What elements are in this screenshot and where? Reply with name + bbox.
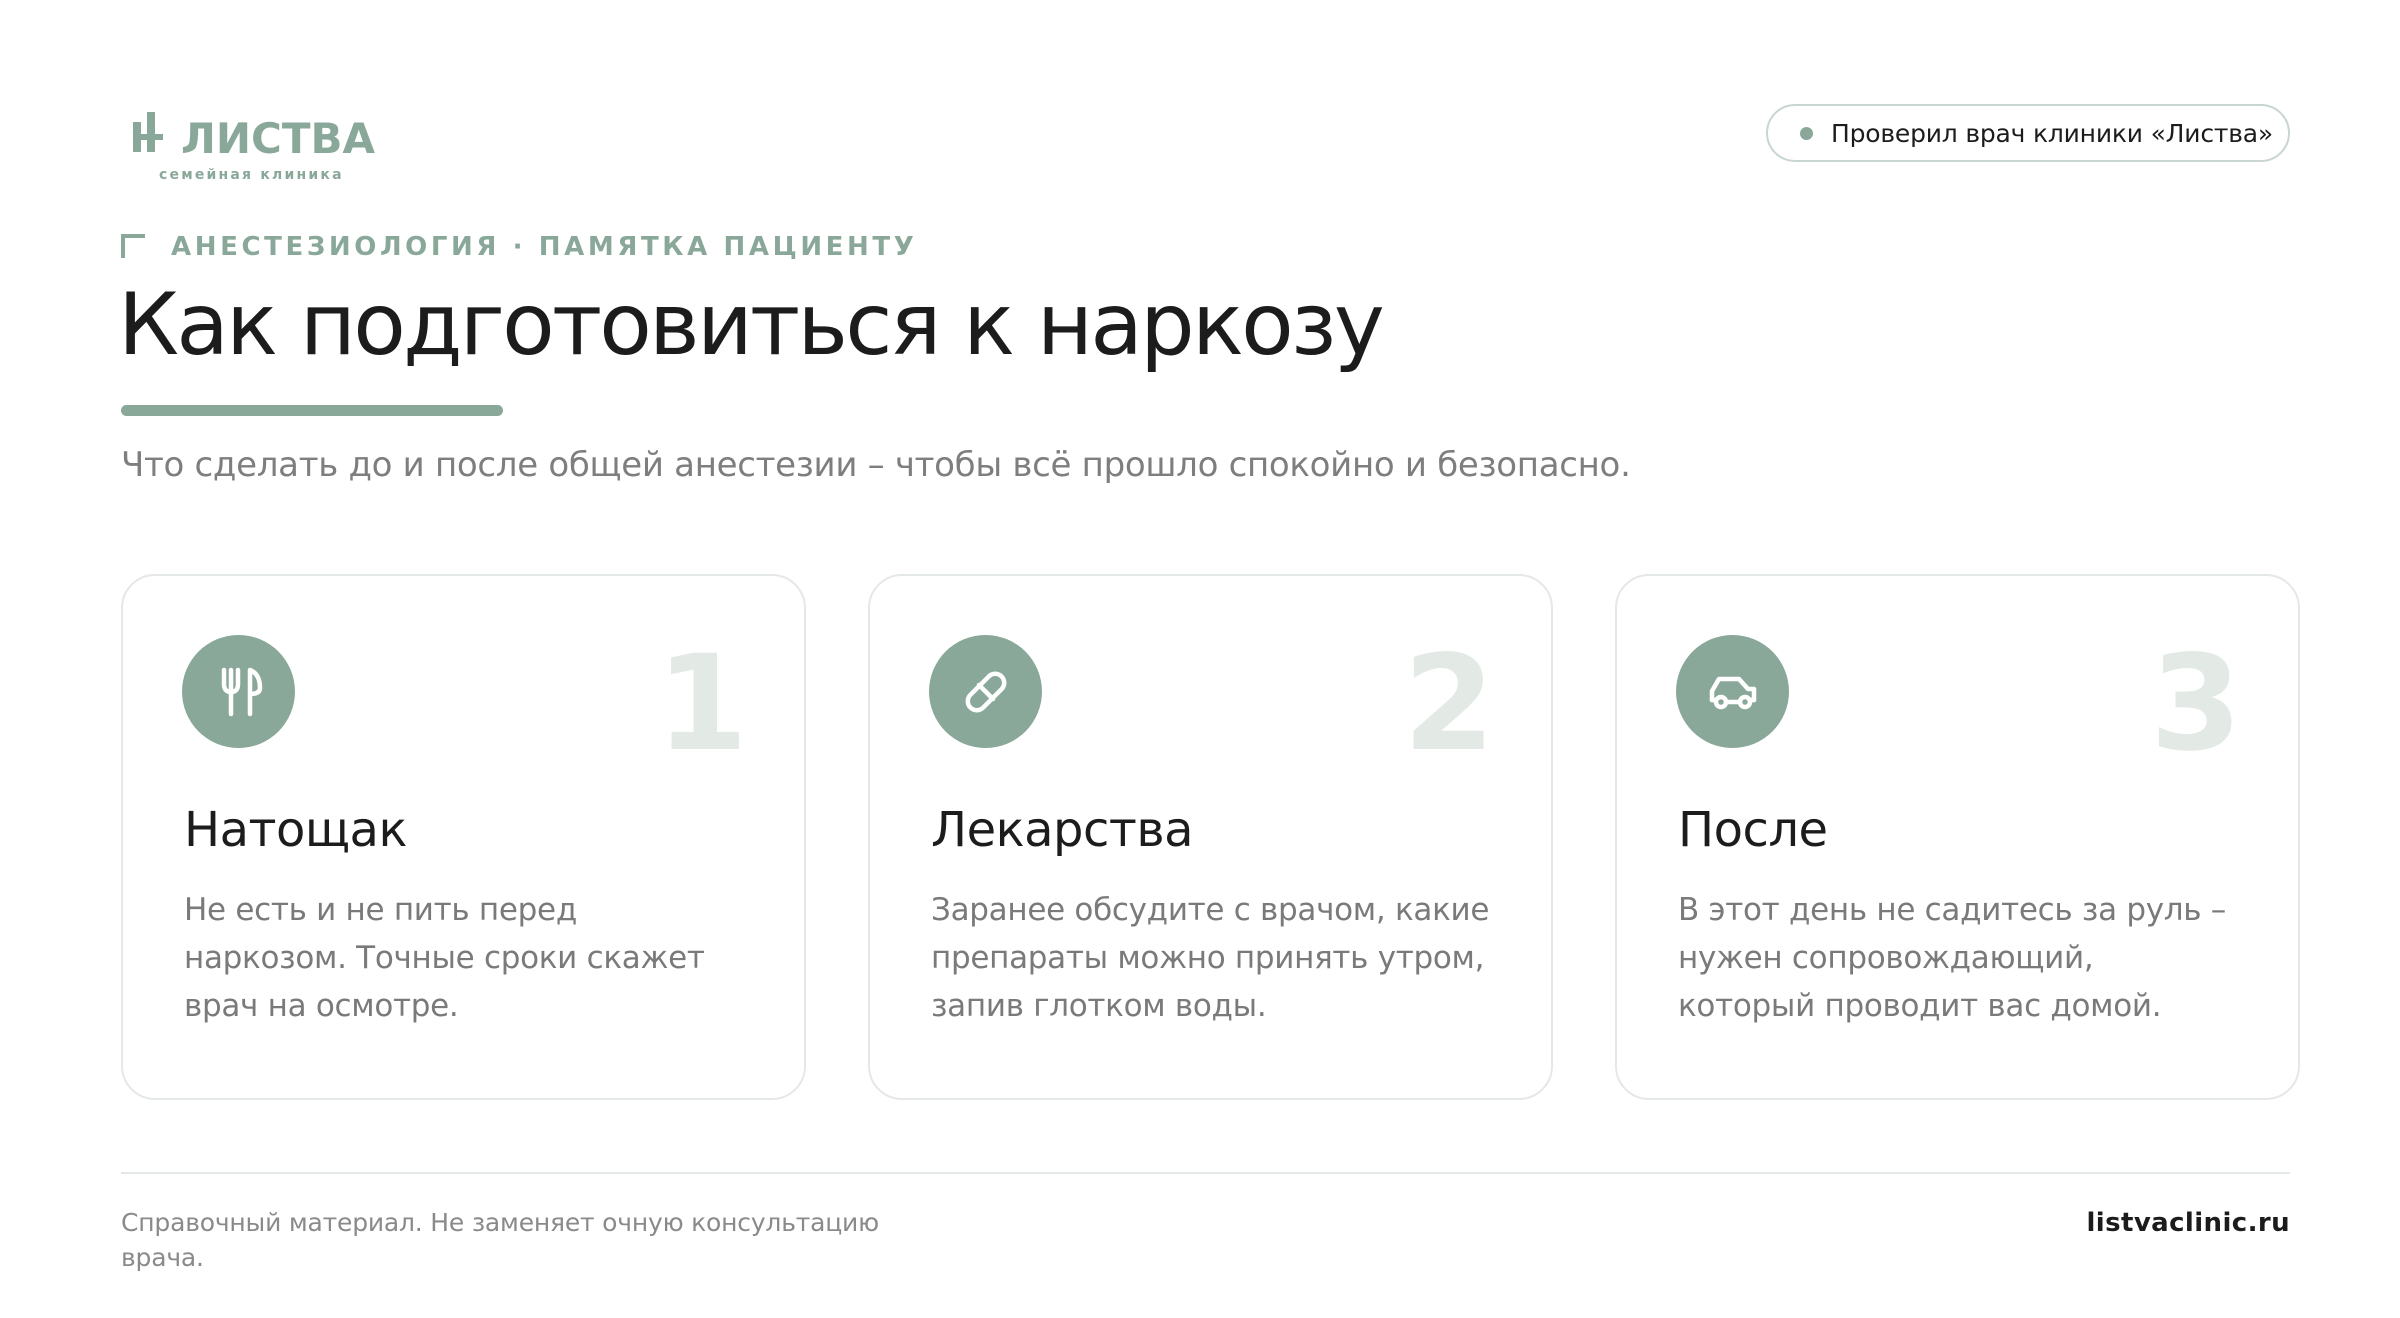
logo-tagline: семейная клиника	[159, 167, 344, 183]
step-number: 3	[2150, 627, 2242, 781]
status-dot-icon	[1800, 126, 1813, 140]
website-link[interactable]: listvaclinic.ru	[2086, 1208, 2290, 1238]
page-subtitle: Что сделать до и после общей анестезии –…	[121, 445, 1631, 485]
clinic-logo[interactable]: ЛИСТВА семейная клиника	[131, 104, 375, 184]
card-description: Не есть и не пить перед наркозом. Точные…	[184, 892, 705, 1024]
title-underline	[121, 405, 503, 416]
section-kicker: АНЕСТЕЗИОЛОГИЯ · ПАМЯТКА ПАЦИЕНТУ	[171, 232, 918, 262]
leaf-cross-icon	[133, 112, 163, 152]
disclaimer: Справочный материал. Не заменяет очную к…	[121, 1208, 879, 1272]
fork-knife-icon	[182, 635, 295, 748]
logo-wordmark: ЛИСТВА	[181, 114, 376, 163]
card-after: 3 После В этот день не садитесь за руль …	[1615, 574, 2300, 1100]
corner-bracket-icon	[121, 234, 145, 258]
verified-badge: Проверил врач клиники «Листва»	[1766, 104, 2290, 162]
card-fasting: 1 Натощак Не есть и не пить перед наркоз…	[121, 574, 806, 1100]
step-number: 1	[656, 627, 748, 781]
verified-badge-text: Проверил врач клиники «Листва»	[1831, 118, 2273, 148]
card-title: Натощак	[184, 802, 407, 858]
card-title: Лекарства	[931, 802, 1194, 858]
pill-icon	[929, 635, 1042, 748]
card-medications: 2 Лекарства Заранее обсудите с врачом, к…	[868, 574, 1553, 1100]
car-icon	[1676, 635, 1789, 748]
card-title: После	[1678, 802, 1828, 858]
footer-divider	[121, 1172, 2290, 1174]
card-description: В этот день не садитесь за руль – нужен …	[1678, 892, 2226, 1024]
page-title: Как подготовиться к наркозу	[118, 275, 1385, 375]
step-number: 2	[1403, 627, 1495, 781]
card-description: Заранее обсудите с врачом, какие препара…	[931, 892, 1490, 1024]
